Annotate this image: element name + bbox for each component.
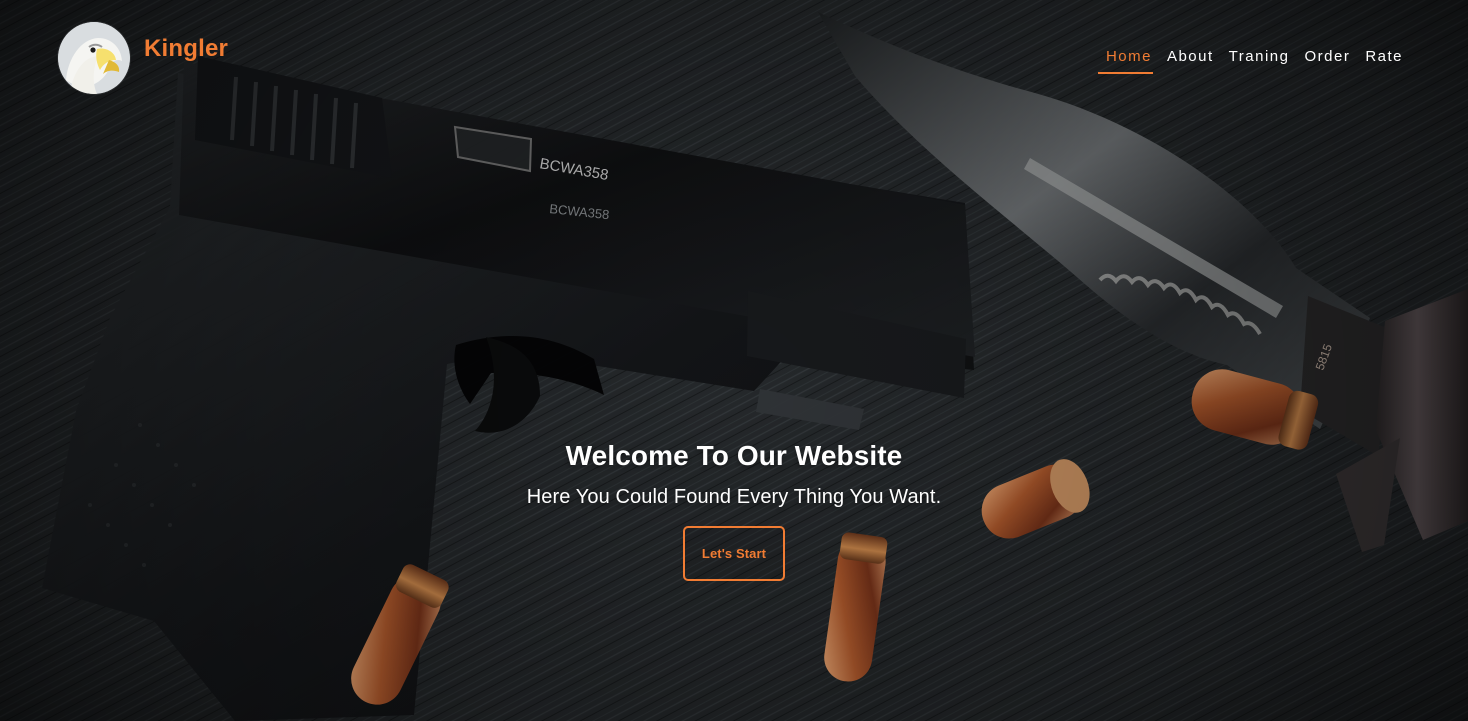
nav-rate[interactable]: Rate [1365, 45, 1403, 74]
nav-home[interactable]: Home [1097, 45, 1153, 74]
lets-start-button[interactable]: Let's Start [683, 526, 785, 582]
hero-content: Welcome To Our Website Here You Could Fo… [0, 440, 1468, 582]
nav-about[interactable]: About [1167, 45, 1214, 74]
eagle-icon [58, 22, 130, 94]
site-header: Kingler Home About Traning Order Rate [0, 0, 1468, 112]
nav-active-underline [1097, 72, 1153, 74]
nav-training[interactable]: Traning [1229, 45, 1290, 74]
brand-name[interactable]: Kingler [144, 37, 228, 61]
nav-order[interactable]: Order [1304, 45, 1350, 74]
nav-home-label: Home [1105, 48, 1152, 65]
landing-page: BCWA358 BCWA358 5815 [0, 0, 1468, 721]
main-navigation: Home About Traning Order Rate [1097, 45, 1403, 74]
hero-subtitle: Here You Could Found Every Thing You Wan… [526, 486, 942, 509]
brand-logo-group[interactable]: Kingler [58, 22, 228, 94]
hero-title: Welcome To Our Website [565, 440, 903, 471]
